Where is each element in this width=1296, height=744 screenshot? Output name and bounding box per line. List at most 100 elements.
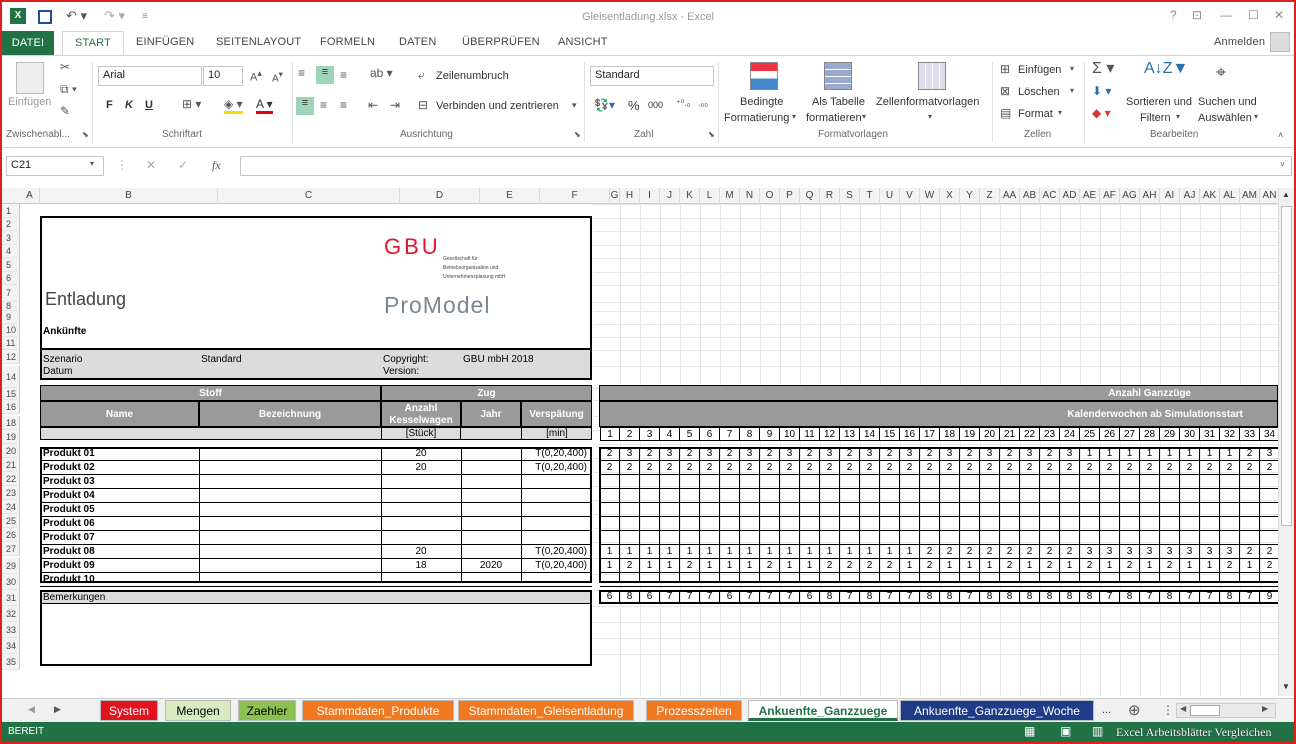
column-header[interactable]: O [760,188,780,204]
column-header[interactable]: L [700,188,720,204]
row-header[interactable]: 22 [2,472,20,486]
row-header[interactable]: 33 [2,622,20,638]
row-header[interactable]: 24 [2,500,20,514]
row-header[interactable]: 23 [2,486,20,500]
column-header[interactable]: A [20,188,40,204]
row-header[interactable]: 6 [2,272,20,285]
row-header[interactable]: 1 [2,204,20,218]
tab-datei[interactable]: DATEI [2,31,54,55]
cell-styles-icon[interactable] [918,62,946,90]
new-sheet-icon[interactable]: ⊕ [1128,701,1141,719]
conditional-formatting-label2[interactable]: Formatierung [724,112,789,124]
column-header[interactable]: D [400,188,480,204]
hscroll-thumb[interactable] [1190,705,1220,716]
row-header[interactable]: 10 [2,324,20,337]
sort-filter-label2[interactable]: Filtern [1140,112,1171,124]
sort-dropdown-icon[interactable]: ▾ [1176,112,1180,121]
bold-button[interactable]: F [106,99,113,111]
column-header[interactable]: W [920,188,940,204]
delete-dropdown-icon[interactable]: ▾ [1070,86,1074,95]
enter-icon[interactable]: ✓ [178,158,188,172]
insert-cells-button[interactable]: Einfügen [1018,64,1061,76]
clear-icon[interactable]: ◆ ▾ [1092,106,1111,120]
find-select-icon[interactable]: ⌖ [1216,62,1226,83]
insert-function-icon[interactable]: fx [212,158,221,173]
worksheet-grid[interactable]: A B C D E F G H I J K L M N O P Q R S T U V W X Y Z AA AB AC AD AE AF AG… [2,188,1278,696]
merge-center-icon[interactable]: ⊟ [418,98,428,112]
signin-link[interactable]: Anmelden [1214,36,1265,48]
cancel-icon[interactable]: ✕ [146,158,156,172]
sort-filter-button[interactable]: Sortieren und [1126,96,1192,108]
sheet-tab[interactable]: Ankuenfte_Ganzzuege_Woche [900,700,1094,721]
format-dropdown-icon[interactable]: ▾ [1058,108,1062,117]
hscroll-right-icon[interactable]: ▶ [1262,704,1268,713]
scroll-thumb[interactable] [1281,206,1292,526]
sort-filter-icon[interactable]: A↓Z▼ [1144,60,1188,78]
increase-indent-icon[interactable]: ⇥ [390,98,400,112]
column-header[interactable]: AK [1200,188,1220,204]
tab-scroll-right-icon[interactable]: ▶ [54,704,61,715]
column-header[interactable]: AG [1120,188,1140,204]
close-button[interactable]: ✕ [1274,8,1284,22]
format-cells-icon[interactable]: ▤ [1000,106,1011,120]
tabs-splitter-icon[interactable]: ⋮ [1162,703,1174,717]
column-header[interactable]: F [540,188,610,204]
underline-button[interactable]: U [145,99,153,111]
row-header[interactable]: 4 [2,245,20,258]
currency-icon[interactable]: 💱▾ [594,98,615,112]
row-header[interactable]: 26 [2,528,20,542]
number-launcher-icon[interactable]: ⬊ [708,130,715,139]
find-dropdown-icon[interactable]: ▾ [1254,112,1258,121]
column-header[interactable]: AM [1240,188,1260,204]
conditional-formatting-button[interactable]: Bedingte [740,96,783,108]
row-header[interactable]: 8 [2,302,20,311]
alignment-launcher-icon[interactable]: ⬊ [574,130,581,139]
column-header[interactable]: G [610,188,620,204]
paste-icon[interactable] [16,62,44,94]
more-tabs-button[interactable]: ... [1102,704,1111,716]
row-header[interactable]: 14 [2,366,20,388]
find-select-label2[interactable]: Auswählen [1198,112,1252,124]
borders-icon[interactable]: ⊞ ▾ [182,97,201,111]
align-bottom-icon[interactable]: ≡ [340,68,347,82]
font-name-combo[interactable]: Arial [98,66,202,86]
maximize-button[interactable]: ☐ [1248,8,1259,22]
row-header[interactable]: 7 [2,285,20,302]
delete-cells-button[interactable]: Löschen [1018,86,1060,98]
column-header[interactable]: E [480,188,540,204]
format-as-table-icon[interactable] [824,62,852,90]
row-header[interactable]: 18 [2,416,20,430]
row-header[interactable]: 12 [2,350,20,364]
sheet-tab[interactable]: Zaehler [238,700,296,721]
decrease-decimal-icon[interactable]: .₀₀ [698,98,708,108]
row-header[interactable]: 27 [2,542,20,556]
column-header[interactable]: AE [1080,188,1100,204]
column-header[interactable]: AF [1100,188,1120,204]
column-header[interactable]: U [880,188,900,204]
fill-color-icon[interactable]: ◈ ▾ [224,97,243,114]
row-header[interactable]: 2 [2,218,20,231]
scroll-up-icon[interactable]: ▲ [1282,190,1290,199]
increase-decimal-icon[interactable]: ⁺⁰.₀ [676,98,691,109]
column-header[interactable]: S [840,188,860,204]
percent-button[interactable]: % [628,98,640,113]
column-header[interactable]: X [940,188,960,204]
tab-ansicht[interactable]: ANSICHT [558,36,608,48]
name-box-dropdown-icon[interactable]: ▾ [90,159,94,168]
row-header[interactable]: 25 [2,514,20,528]
scroll-down-icon[interactable]: ▼ [1282,682,1290,691]
row-header[interactable]: 34 [2,638,20,654]
font-color-icon[interactable]: A ▾ [256,97,273,114]
copy-icon[interactable]: ⧉ ▾ [60,82,77,97]
column-header[interactable]: AA [1000,188,1020,204]
column-header[interactable]: I [640,188,660,204]
row-header[interactable]: 29 [2,558,20,574]
column-header[interactable]: B [40,188,218,204]
column-header[interactable]: R [820,188,840,204]
column-header[interactable]: AJ [1180,188,1200,204]
column-header[interactable]: Z [980,188,1000,204]
sheet-tab[interactable]: Stammdaten_Produkte [302,700,454,721]
align-top-icon[interactable]: ≡ [298,66,305,80]
align-right-icon[interactable]: ≡ [340,98,347,112]
row-header[interactable]: 19 [2,430,20,444]
